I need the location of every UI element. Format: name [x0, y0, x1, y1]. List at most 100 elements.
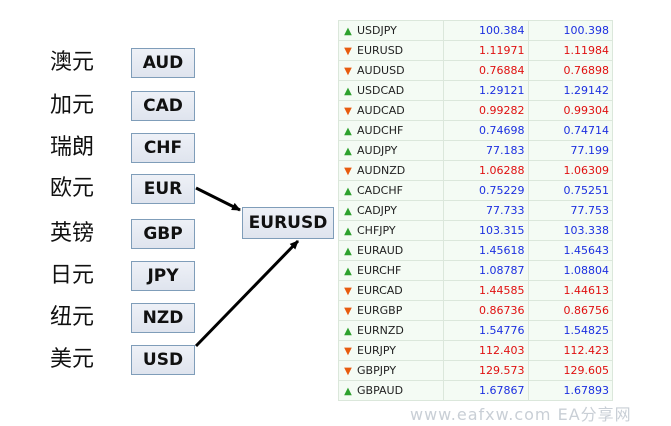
- quote-bid: 0.99282: [443, 100, 529, 121]
- quote-ask: 77.199: [527, 140, 613, 161]
- quote-ask: 1.54825: [527, 320, 613, 341]
- arrow-down-icon: ▼: [344, 166, 352, 177]
- arrow-up-icon: ▲: [344, 326, 352, 337]
- quote-bid: 1.45618: [443, 240, 529, 261]
- quote-symbol: EURJPY: [357, 344, 396, 357]
- quote-row: ▲ CHFJPY 103.315 103.338: [338, 220, 613, 241]
- quote-symbol: EURGBP: [357, 304, 403, 317]
- quote-symbol: AUDUSD: [357, 64, 405, 77]
- arrow-down-icon: ▼: [344, 286, 352, 297]
- quote-symbol-cell: ▲ EURCHF: [338, 260, 444, 281]
- quote-symbol-cell: ▼ AUDCAD: [338, 100, 444, 121]
- quote-bid: 77.733: [443, 200, 529, 221]
- arrow-down-icon: ▼: [344, 46, 352, 57]
- quote-symbol-cell: ▲ EURNZD: [338, 320, 444, 341]
- quote-bid: 1.11971: [443, 40, 529, 61]
- quote-symbol: EURCHF: [357, 264, 402, 277]
- arrow-up-icon: ▲: [344, 186, 352, 197]
- quote-symbol-cell: ▲ AUDCHF: [338, 120, 444, 141]
- currency-pair-diagram: 澳元 加元 瑞朗 欧元 英镑 日元 纽元 美元 AUD CAD CHF EUR GBP JPY NZD US…: [0, 0, 671, 426]
- quote-row: ▼ EURGBP 0.86736 0.86756: [338, 300, 613, 321]
- quote-row: ▲ CADCHF 0.75229 0.75251: [338, 180, 613, 201]
- quote-row: ▼ AUDUSD 0.76884 0.76898: [338, 60, 613, 81]
- quote-bid: 1.67867: [443, 380, 529, 401]
- quote-row: ▲ EURAUD 1.45618 1.45643: [338, 240, 613, 261]
- quote-row: ▲ CADJPY 77.733 77.753: [338, 200, 613, 221]
- quote-symbol: AUDNZD: [357, 164, 406, 177]
- quote-bid: 1.08787: [443, 260, 529, 281]
- quote-bid: 0.76884: [443, 60, 529, 81]
- quote-symbol: GBPAUD: [357, 384, 404, 397]
- quote-ask: 1.44613: [527, 280, 613, 301]
- quote-row: ▲ AUDJPY 77.183 77.199: [338, 140, 613, 161]
- quote-ask: 1.06309: [527, 160, 613, 181]
- quote-ask: 1.11984: [527, 40, 613, 61]
- quote-symbol-cell: ▲ AUDJPY: [338, 140, 444, 161]
- quote-row: ▲ GBPAUD 1.67867 1.67893: [338, 380, 613, 401]
- quote-row: ▼ GBPJPY 129.573 129.605: [338, 360, 613, 381]
- quote-row: ▼ AUDNZD 1.06288 1.06309: [338, 160, 613, 181]
- quote-symbol-cell: ▼ AUDUSD: [338, 60, 444, 81]
- quote-symbol: USDJPY: [357, 24, 397, 37]
- quote-symbol-cell: ▲ EURAUD: [338, 240, 444, 261]
- arrow-up-icon: ▲: [344, 26, 352, 37]
- quote-symbol-cell: ▲ USDJPY: [338, 20, 444, 41]
- quote-row: ▼ EURJPY 112.403 112.423: [338, 340, 613, 361]
- quote-symbol: CADJPY: [357, 204, 398, 217]
- arrow-up-icon: ▲: [344, 146, 352, 157]
- quote-symbol: GBPJPY: [357, 364, 397, 377]
- quote-ask: 0.75251: [527, 180, 613, 201]
- quote-symbol-cell: ▼ EURJPY: [338, 340, 444, 361]
- quote-symbol-cell: ▲ GBPAUD: [338, 380, 444, 401]
- arrow-down-icon: ▼: [344, 346, 352, 357]
- arrow-down-icon: ▼: [344, 106, 352, 117]
- quote-ask: 0.86756: [527, 300, 613, 321]
- quote-symbol-cell: ▲ CADCHF: [338, 180, 444, 201]
- quote-ask: 129.605: [527, 360, 613, 381]
- quote-ask: 1.67893: [527, 380, 613, 401]
- quote-symbol: USDCAD: [357, 84, 405, 97]
- quote-bid: 0.74698: [443, 120, 529, 141]
- quote-row: ▲ USDJPY 100.384 100.398: [338, 20, 613, 41]
- quote-symbol: AUDJPY: [357, 144, 398, 157]
- arrow-up-icon: ▲: [344, 266, 352, 277]
- quote-symbol-cell: ▼ GBPJPY: [338, 360, 444, 381]
- quote-bid: 112.403: [443, 340, 529, 361]
- quote-ask: 100.398: [527, 20, 613, 41]
- quote-symbol: EURUSD: [357, 44, 404, 57]
- quote-bid: 129.573: [443, 360, 529, 381]
- quote-symbol-cell: ▼ AUDNZD: [338, 160, 444, 181]
- quote-row: ▲ EURCHF 1.08787 1.08804: [338, 260, 613, 281]
- arrow-up-icon: ▲: [344, 206, 352, 217]
- quote-bid: 77.183: [443, 140, 529, 161]
- quote-symbol: AUDCHF: [357, 124, 404, 137]
- quote-table: ▲ USDJPY 100.384 100.398 ▼ EURUSD 1.11971 1.119…: [338, 20, 613, 401]
- quote-bid: 1.44585: [443, 280, 529, 301]
- quote-bid: 1.54776: [443, 320, 529, 341]
- quote-symbol: CHFJPY: [357, 224, 396, 237]
- quote-row: ▼ EURCAD 1.44585 1.44613: [338, 280, 613, 301]
- quote-ask: 1.08804: [527, 260, 613, 281]
- quote-ask: 0.76898: [527, 60, 613, 81]
- quote-ask: 77.753: [527, 200, 613, 221]
- arrow-down-icon: ▼: [344, 306, 352, 317]
- arrow-usd-to-pair: [194, 239, 300, 348]
- quote-symbol-cell: ▼ EURUSD: [338, 40, 444, 61]
- arrow-down-icon: ▼: [344, 66, 352, 77]
- quote-ask: 0.99304: [527, 100, 613, 121]
- quote-row: ▼ AUDCAD 0.99282 0.99304: [338, 100, 613, 121]
- quote-ask: 1.29142: [527, 80, 613, 101]
- quote-symbol-cell: ▲ CHFJPY: [338, 220, 444, 241]
- quote-symbol-cell: ▼ EURCAD: [338, 280, 444, 301]
- arrow-down-icon: ▼: [344, 366, 352, 377]
- quote-bid: 1.29121: [443, 80, 529, 101]
- arrow-up-icon: ▲: [344, 246, 352, 257]
- arrow-up-icon: ▲: [344, 126, 352, 137]
- quote-symbol: AUDCAD: [357, 104, 405, 117]
- watermark: www.eafxw.com EA分享网: [410, 405, 632, 424]
- arrow-up-icon: ▲: [344, 386, 352, 397]
- quote-symbol: EURNZD: [357, 324, 404, 337]
- quote-ask: 112.423: [527, 340, 613, 361]
- quote-row: ▲ USDCAD 1.29121 1.29142: [338, 80, 613, 101]
- quote-symbol: CADCHF: [357, 184, 403, 197]
